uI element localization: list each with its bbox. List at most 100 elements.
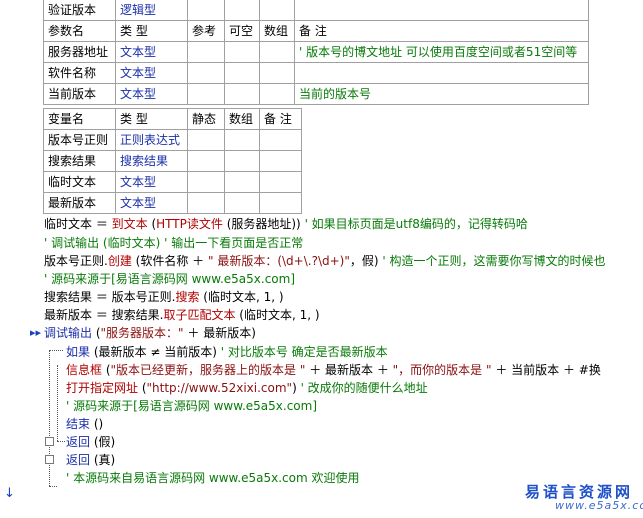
code-token: (真) — [90, 453, 116, 467]
code-token: 搜索 — [175, 290, 200, 304]
flow-guide-tick — [49, 486, 57, 487]
code-token: (临时文本, 1, ) — [199, 290, 284, 304]
table-cell[interactable] — [224, 150, 260, 172]
table-cell[interactable]: 当前版本 — [43, 83, 116, 105]
table-cell[interactable]: 软件名称 — [43, 62, 116, 84]
code-token: 创建 — [107, 254, 132, 268]
code-line[interactable]: 返回 (假) — [66, 433, 115, 451]
table-cell[interactable] — [187, 83, 225, 105]
down-arrow-icon: ↓ — [4, 486, 15, 501]
table-cell — [187, 0, 225, 21]
code-string: "服务器版本：" — [100, 326, 184, 340]
current-line-arrow-icon: ▸▸ — [30, 326, 42, 339]
table-row: 版本号正则 正则表达式 — [43, 129, 302, 151]
code-token: ( — [92, 326, 101, 340]
table-cell[interactable] — [187, 192, 225, 214]
watermark-url: www.e5a5x.com — [555, 499, 643, 512]
table-cell[interactable] — [224, 129, 260, 151]
collapse-toggle[interactable] — [45, 437, 54, 446]
code-token: ( — [102, 363, 111, 377]
code-keyword: 返回 — [66, 453, 91, 467]
table-cell[interactable]: 最新版本 — [43, 192, 116, 214]
table-cell — [294, 0, 589, 21]
table-cell[interactable]: 搜索结果 — [43, 150, 116, 172]
code-line[interactable]: 打开指定网址 ("http://www.52xixi.com") ' 改成你的随… — [66, 379, 428, 397]
code-line[interactable]: 返回 (真) — [66, 451, 115, 469]
table-cell[interactable]: 文本型 — [115, 62, 188, 84]
column-header: 备 注 — [294, 20, 589, 42]
code-line[interactable]: 调试输出 ("服务器版本：" ＋ 最新版本) — [44, 324, 256, 342]
table-cell[interactable] — [187, 171, 225, 193]
table-cell — [224, 0, 260, 21]
table-cell[interactable]: 文本型 — [115, 41, 188, 63]
code-line[interactable]: 版本号正则.创建 (软件名称 ＋ " 最新版本：(\d+\.?\d+)"，假) … — [44, 252, 605, 270]
table-header-row: 变量名 类 型 静态 数组 备 注 — [43, 108, 302, 130]
code-token: (软件名称 ＋ — [131, 254, 208, 268]
code-comment: ' 对比版本号 确定是否最新版本 — [220, 345, 388, 359]
table-cell[interactable]: 验证版本 — [43, 0, 116, 21]
table-cell[interactable]: 搜索结果 — [115, 150, 188, 172]
code-line[interactable]: ' 调试输出 (临时文本) ' 输出一下看页面是否正常 — [44, 234, 303, 252]
column-header: 参数名 — [43, 20, 116, 42]
table-cell[interactable] — [224, 192, 260, 214]
table-cell[interactable]: 逻辑型 — [115, 0, 188, 21]
table-cell[interactable]: 版本号正则 — [43, 129, 116, 151]
collapse-toggle[interactable] — [45, 455, 54, 464]
table-cell[interactable]: 正则表达式 — [115, 129, 188, 151]
table-cell[interactable] — [187, 62, 225, 84]
table-cell[interactable] — [259, 83, 295, 105]
param-table: 验证版本 逻辑型 参数名 类 型 参考 可空 数组 备 注 服务器地址 文本型 … — [43, 0, 589, 105]
code-token: (假) — [90, 435, 116, 449]
code-token: 信息框 — [66, 363, 103, 377]
table-cell[interactable]: 服务器地址 — [43, 41, 116, 63]
table-cell[interactable] — [259, 129, 302, 151]
code-token: (最新版本 ≠ 当前版本) — [90, 345, 221, 359]
code-line[interactable]: 结束 () — [66, 415, 103, 433]
code-token: (临时文本, 1, ) — [235, 308, 320, 322]
table-header-row: 参数名 类 型 参考 可空 数组 备 注 — [43, 20, 589, 42]
table-cell[interactable] — [224, 171, 260, 193]
table-cell[interactable]: 临时文本 — [43, 171, 116, 193]
table-cell[interactable] — [259, 62, 295, 84]
table-cell[interactable] — [187, 150, 225, 172]
code-line[interactable]: ' 源码来源于[易语言源码网 www.e5a5x.com] — [44, 270, 295, 288]
column-header: 参考 — [187, 20, 225, 42]
table-cell[interactable]: 当前的版本号 — [294, 83, 589, 105]
code-line[interactable]: 如果 (最新版本 ≠ 当前版本) ' 对比版本号 确定是否最新版本 — [66, 343, 388, 361]
table-row: 软件名称 文本型 — [43, 62, 589, 84]
code-token: 打开指定网址 — [66, 381, 139, 395]
code-line[interactable]: ' 本源码来自易语言源码网 www.e5a5x.com 欢迎使用 — [66, 469, 359, 487]
table-cell[interactable] — [187, 129, 225, 151]
table-cell[interactable] — [224, 83, 260, 105]
code-line[interactable]: 临时文本 ＝ 到文本 (HTTP读文件 (服务器地址)) ' 如果目标页面是ut… — [44, 215, 528, 233]
table-cell[interactable] — [259, 171, 302, 193]
code-line[interactable]: 信息框 ("版本已经更新，服务器上的版本是 " ＋ 最新版本 ＋ "，而你的版本… — [66, 361, 601, 379]
table-cell[interactable]: 文本型 — [115, 83, 188, 105]
table-cell[interactable] — [259, 41, 295, 63]
table-cell[interactable] — [294, 62, 589, 84]
code-comment: ' 构造一个正则，这需要你写博文的时候也 — [382, 254, 606, 268]
table-cell[interactable]: ' 版本号的博文地址 可以使用百度空间或者51空间等 — [294, 41, 589, 63]
flow-guide-line — [57, 365, 58, 441]
code-comment: ' 改成你的随便什么地址 — [300, 381, 428, 395]
table-cell[interactable]: 文本型 — [115, 192, 188, 214]
table-row: 当前版本 文本型 当前的版本号 — [43, 83, 589, 105]
flow-guide-tick — [57, 441, 65, 442]
code-line[interactable]: ' 源码来源于[易语言源码网 www.e5a5x.com] — [66, 397, 317, 415]
flow-guide-tick — [49, 350, 63, 351]
table-row: 临时文本 文本型 — [43, 171, 302, 193]
table-cell[interactable] — [224, 62, 260, 84]
code-token: HTTP读文件 — [156, 217, 223, 231]
table-cell[interactable]: 文本型 — [115, 171, 188, 193]
column-header: 可空 — [224, 20, 260, 42]
code-token: 最新版本 ＝ 搜索结果. — [44, 308, 164, 322]
code-line[interactable]: 最新版本 ＝ 搜索结果.取子匹配文本 (临时文本, 1, ) — [44, 306, 320, 324]
code-token: ，假) — [349, 254, 383, 268]
table-cell[interactable] — [187, 41, 225, 63]
table-cell[interactable] — [259, 192, 302, 214]
column-header: 类 型 — [115, 20, 188, 42]
table-cell[interactable] — [259, 150, 302, 172]
column-header: 数组 — [259, 20, 295, 42]
table-cell[interactable] — [224, 41, 260, 63]
code-line[interactable]: 搜索结果 ＝ 版本号正则.搜索 (临时文本, 1, ) — [44, 288, 284, 306]
